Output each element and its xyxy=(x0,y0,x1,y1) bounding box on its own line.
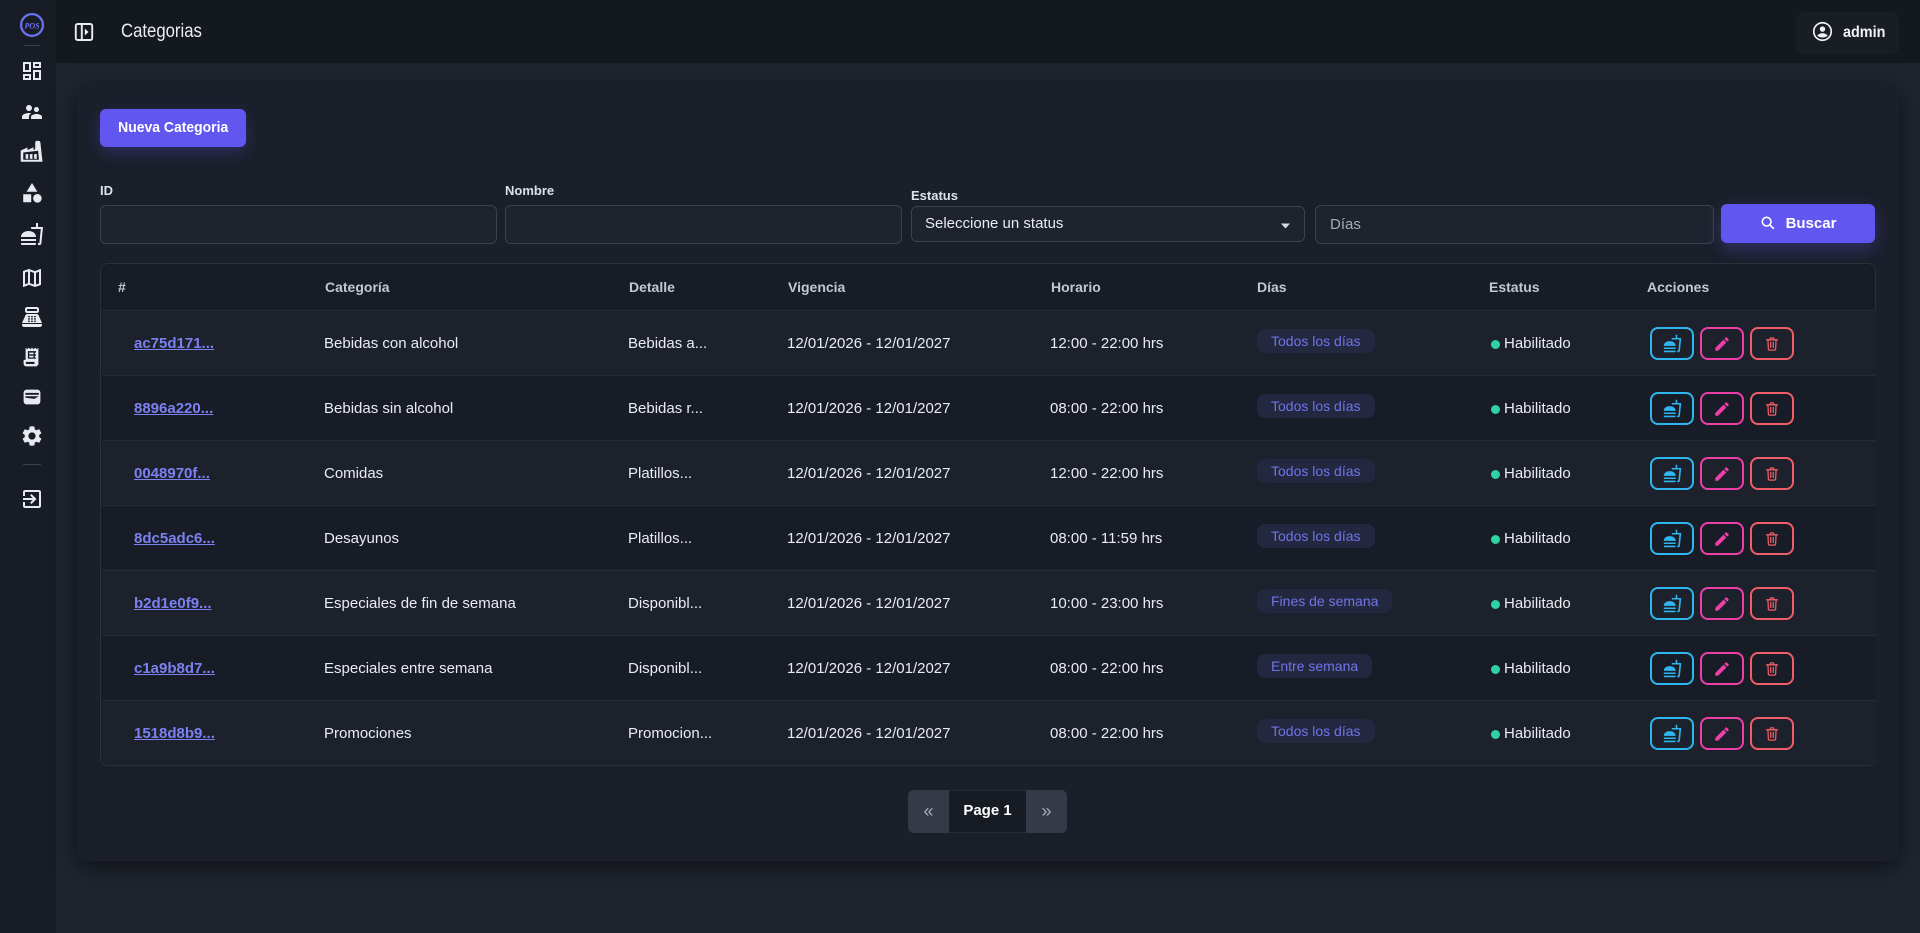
svg-text:POS: POS xyxy=(24,22,40,31)
